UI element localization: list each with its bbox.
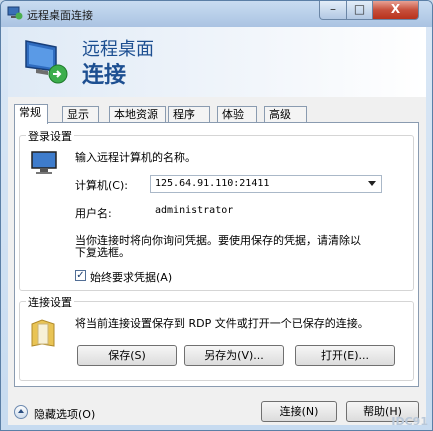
connect-button[interactable]: 连接(N)	[261, 401, 337, 422]
tab-experience[interactable]: 体验	[217, 106, 257, 123]
username-value: administrator	[155, 205, 234, 216]
tab-general[interactable]: 常规	[14, 104, 48, 124]
computer-dropdown[interactable]: 125.64.91.110:21411	[150, 175, 382, 193]
close-button[interactable]: X	[372, 1, 419, 20]
hide-options-icon[interactable]	[14, 405, 28, 419]
title-bar[interactable]: 远程桌面连接 – □ X	[1, 1, 432, 27]
header-title-line2: 连接	[82, 63, 127, 88]
remote-desktop-window: 远程桌面连接 – □ X 远程桌面 连接 常规 显示 本地资源 程序 体验 高级	[0, 0, 433, 431]
remote-desktop-icon	[7, 6, 23, 20]
always-ask-checkbox[interactable]: ✓	[75, 270, 86, 281]
connection-settings-description: 将当前连接设置保存到 RDP 文件或打开一个已保存的连接。	[75, 317, 369, 330]
general-tab-panel: 登录设置 输入远程计算机的名称。 计算机(C): 125.64.91.110:2…	[14, 122, 419, 387]
minimize-button[interactable]: –	[319, 1, 347, 20]
computer-name-prompt: 输入远程计算机的名称。	[75, 151, 196, 164]
tab-display[interactable]: 显示	[62, 106, 99, 123]
folder-icon	[31, 319, 55, 347]
credentials-info-line2: 下复选框。	[75, 246, 130, 259]
remote-desktop-logo-icon	[25, 40, 68, 84]
username-field: administrator	[150, 202, 382, 220]
computer-label: 计算机(C):	[75, 179, 128, 192]
watermark: IDC91	[391, 415, 428, 428]
save-button[interactable]: 保存(S)	[77, 345, 177, 366]
dialog-client: 远程桌面 连接 常规 显示 本地资源 程序 体验 高级 登录设置 输入远程计算机…	[8, 27, 426, 425]
chevron-down-icon	[368, 181, 376, 186]
computer-icon	[31, 151, 57, 174]
login-settings-group: 登录设置 输入远程计算机的名称。 计算机(C): 125.64.91.110:2…	[19, 128, 414, 291]
tab-programs[interactable]: 程序	[168, 106, 210, 123]
username-label: 用户名:	[75, 207, 112, 220]
tab-local-resources[interactable]: 本地资源	[109, 106, 166, 123]
computer-value: 125.64.91.110:21411	[155, 178, 270, 189]
open-button[interactable]: 打开(E)...	[295, 345, 395, 366]
save-as-button[interactable]: 另存为(V)...	[184, 345, 284, 366]
connection-settings-title: 连接设置	[26, 294, 74, 310]
always-ask-label[interactable]: 始终要求凭据(A)	[90, 269, 172, 285]
window-title: 远程桌面连接	[27, 9, 93, 22]
header-banner: 远程桌面 连接	[8, 27, 426, 97]
connection-settings-group: 连接设置 将当前连接设置保存到 RDP 文件或打开一个已保存的连接。 保存(S)…	[19, 294, 414, 381]
maximize-button[interactable]: □	[346, 1, 373, 20]
hide-options-link[interactable]: 隐藏选项(O)	[34, 406, 95, 422]
tab-advanced[interactable]: 高级	[264, 106, 307, 123]
login-settings-title: 登录设置	[26, 128, 74, 144]
